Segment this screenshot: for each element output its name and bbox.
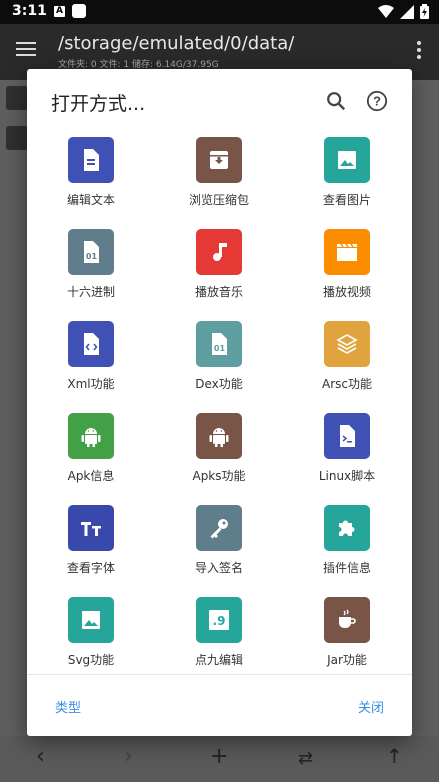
option-label: 十六进制 [66,285,115,299]
open-option-jar[interactable]: Jar功能 [283,597,411,673]
key-icon [196,505,242,551]
dialog-title: 打开方式... [51,93,146,115]
option-label: 播放视频 [322,285,371,299]
option-label: 查看图片 [322,193,371,207]
text-document-icon [68,137,114,183]
forward-arrow-icon[interactable]: › [124,744,133,769]
android-icon [68,413,114,459]
type-button[interactable]: 类型 [55,697,81,716]
music-note-icon [196,229,242,275]
more-options-icon[interactable] [417,41,421,62]
svg-text:01: 01 [214,344,226,353]
battery-charging-icon [420,4,429,19]
open-option-plugin-info[interactable]: 插件信息 [283,505,411,597]
notification-square-icon [72,4,86,18]
android-icon [196,413,242,459]
back-arrow-icon[interactable]: ‹ [36,744,45,769]
option-label: Jar功能 [327,653,367,667]
option-label: Apks功能 [192,469,246,483]
option-label: Arsc功能 [322,377,372,391]
option-label: 查看字体 [66,561,115,575]
close-button[interactable]: 关闭 [358,697,384,716]
signal-icon [400,4,414,19]
open-option-arsc[interactable]: Arsc功能 [283,321,411,413]
option-label: Dex功能 [195,377,243,391]
option-label: 浏览压缩包 [188,193,249,207]
app-grid: 编辑文本 浏览压缩包 查看图片 01 十六进制 播放音乐 播放视频 Xml功能 … [27,137,412,673]
code-file-icon [68,321,114,367]
open-option-edit-text[interactable]: 编辑文本 [27,137,155,229]
open-option-nine-patch[interactable]: .9 点九编辑 [155,597,283,673]
bottom-toolbar: ‹ › + ⇄ ↑ [0,736,439,782]
svg-text:.9: .9 [213,614,226,628]
layers-icon [324,321,370,367]
wifi-icon [378,4,394,18]
status-bar: 3:11 A [0,0,439,24]
swap-icon[interactable]: ⇄ [298,748,313,769]
nine-patch-icon: .9 [196,597,242,643]
option-label: 编辑文本 [66,193,115,207]
open-option-hex[interactable]: 01 十六进制 [27,229,155,321]
open-option-view-font[interactable]: 查看字体 [27,505,155,597]
dialog-divider [27,674,412,675]
help-icon[interactable]: ? [366,90,388,112]
option-label: Apk信息 [67,469,115,483]
open-option-apk-info[interactable]: Apk信息 [27,413,155,505]
terminal-file-icon [324,413,370,459]
open-option-dex[interactable]: 01 Dex功能 [155,321,283,413]
open-option-xml[interactable]: Xml功能 [27,321,155,413]
open-with-dialog: 打开方式... ? 编辑文本 浏览压缩包 查看图片 01 十六进制 播放音乐 播… [27,69,412,736]
open-option-play-music[interactable]: 播放音乐 [155,229,283,321]
svg-text:01: 01 [86,252,98,261]
file-item-icon[interactable] [6,126,28,150]
folder-item-icon[interactable] [6,86,28,110]
option-label: Xml功能 [67,377,115,391]
notification-a-icon: A [54,6,65,17]
font-icon [68,505,114,551]
add-icon[interactable]: + [210,744,228,769]
coffee-cup-icon [324,597,370,643]
video-clapper-icon [324,229,370,275]
open-option-view-image[interactable]: 查看图片 [283,137,411,229]
hex-file-icon: 01 [68,229,114,275]
open-option-browse-archive[interactable]: 浏览压缩包 [155,137,283,229]
option-label: Svg功能 [67,653,115,667]
dex-file-icon: 01 [196,321,242,367]
option-label: Linux脚本 [318,469,376,483]
option-label: 播放音乐 [194,285,243,299]
puzzle-icon [324,505,370,551]
option-label: 插件信息 [322,561,371,575]
open-option-apks[interactable]: Apks功能 [155,413,283,505]
current-path: /storage/emulated/0/data/ [58,33,295,54]
up-arrow-icon[interactable]: ↑ [386,744,403,768]
open-option-linux-script[interactable]: Linux脚本 [283,413,411,505]
open-option-play-video[interactable]: 播放视频 [283,229,411,321]
status-time: 3:11 [12,3,47,19]
open-option-svg[interactable]: Svg功能 [27,597,155,673]
open-option-import-signature[interactable]: 导入签名 [155,505,283,597]
menu-icon[interactable] [16,42,36,56]
search-icon[interactable] [325,90,347,112]
option-label: 点九编辑 [194,653,243,667]
option-label: 导入签名 [194,561,243,575]
image-icon [68,597,114,643]
archive-icon [196,137,242,183]
svg-text:?: ? [373,94,381,109]
image-icon [324,137,370,183]
